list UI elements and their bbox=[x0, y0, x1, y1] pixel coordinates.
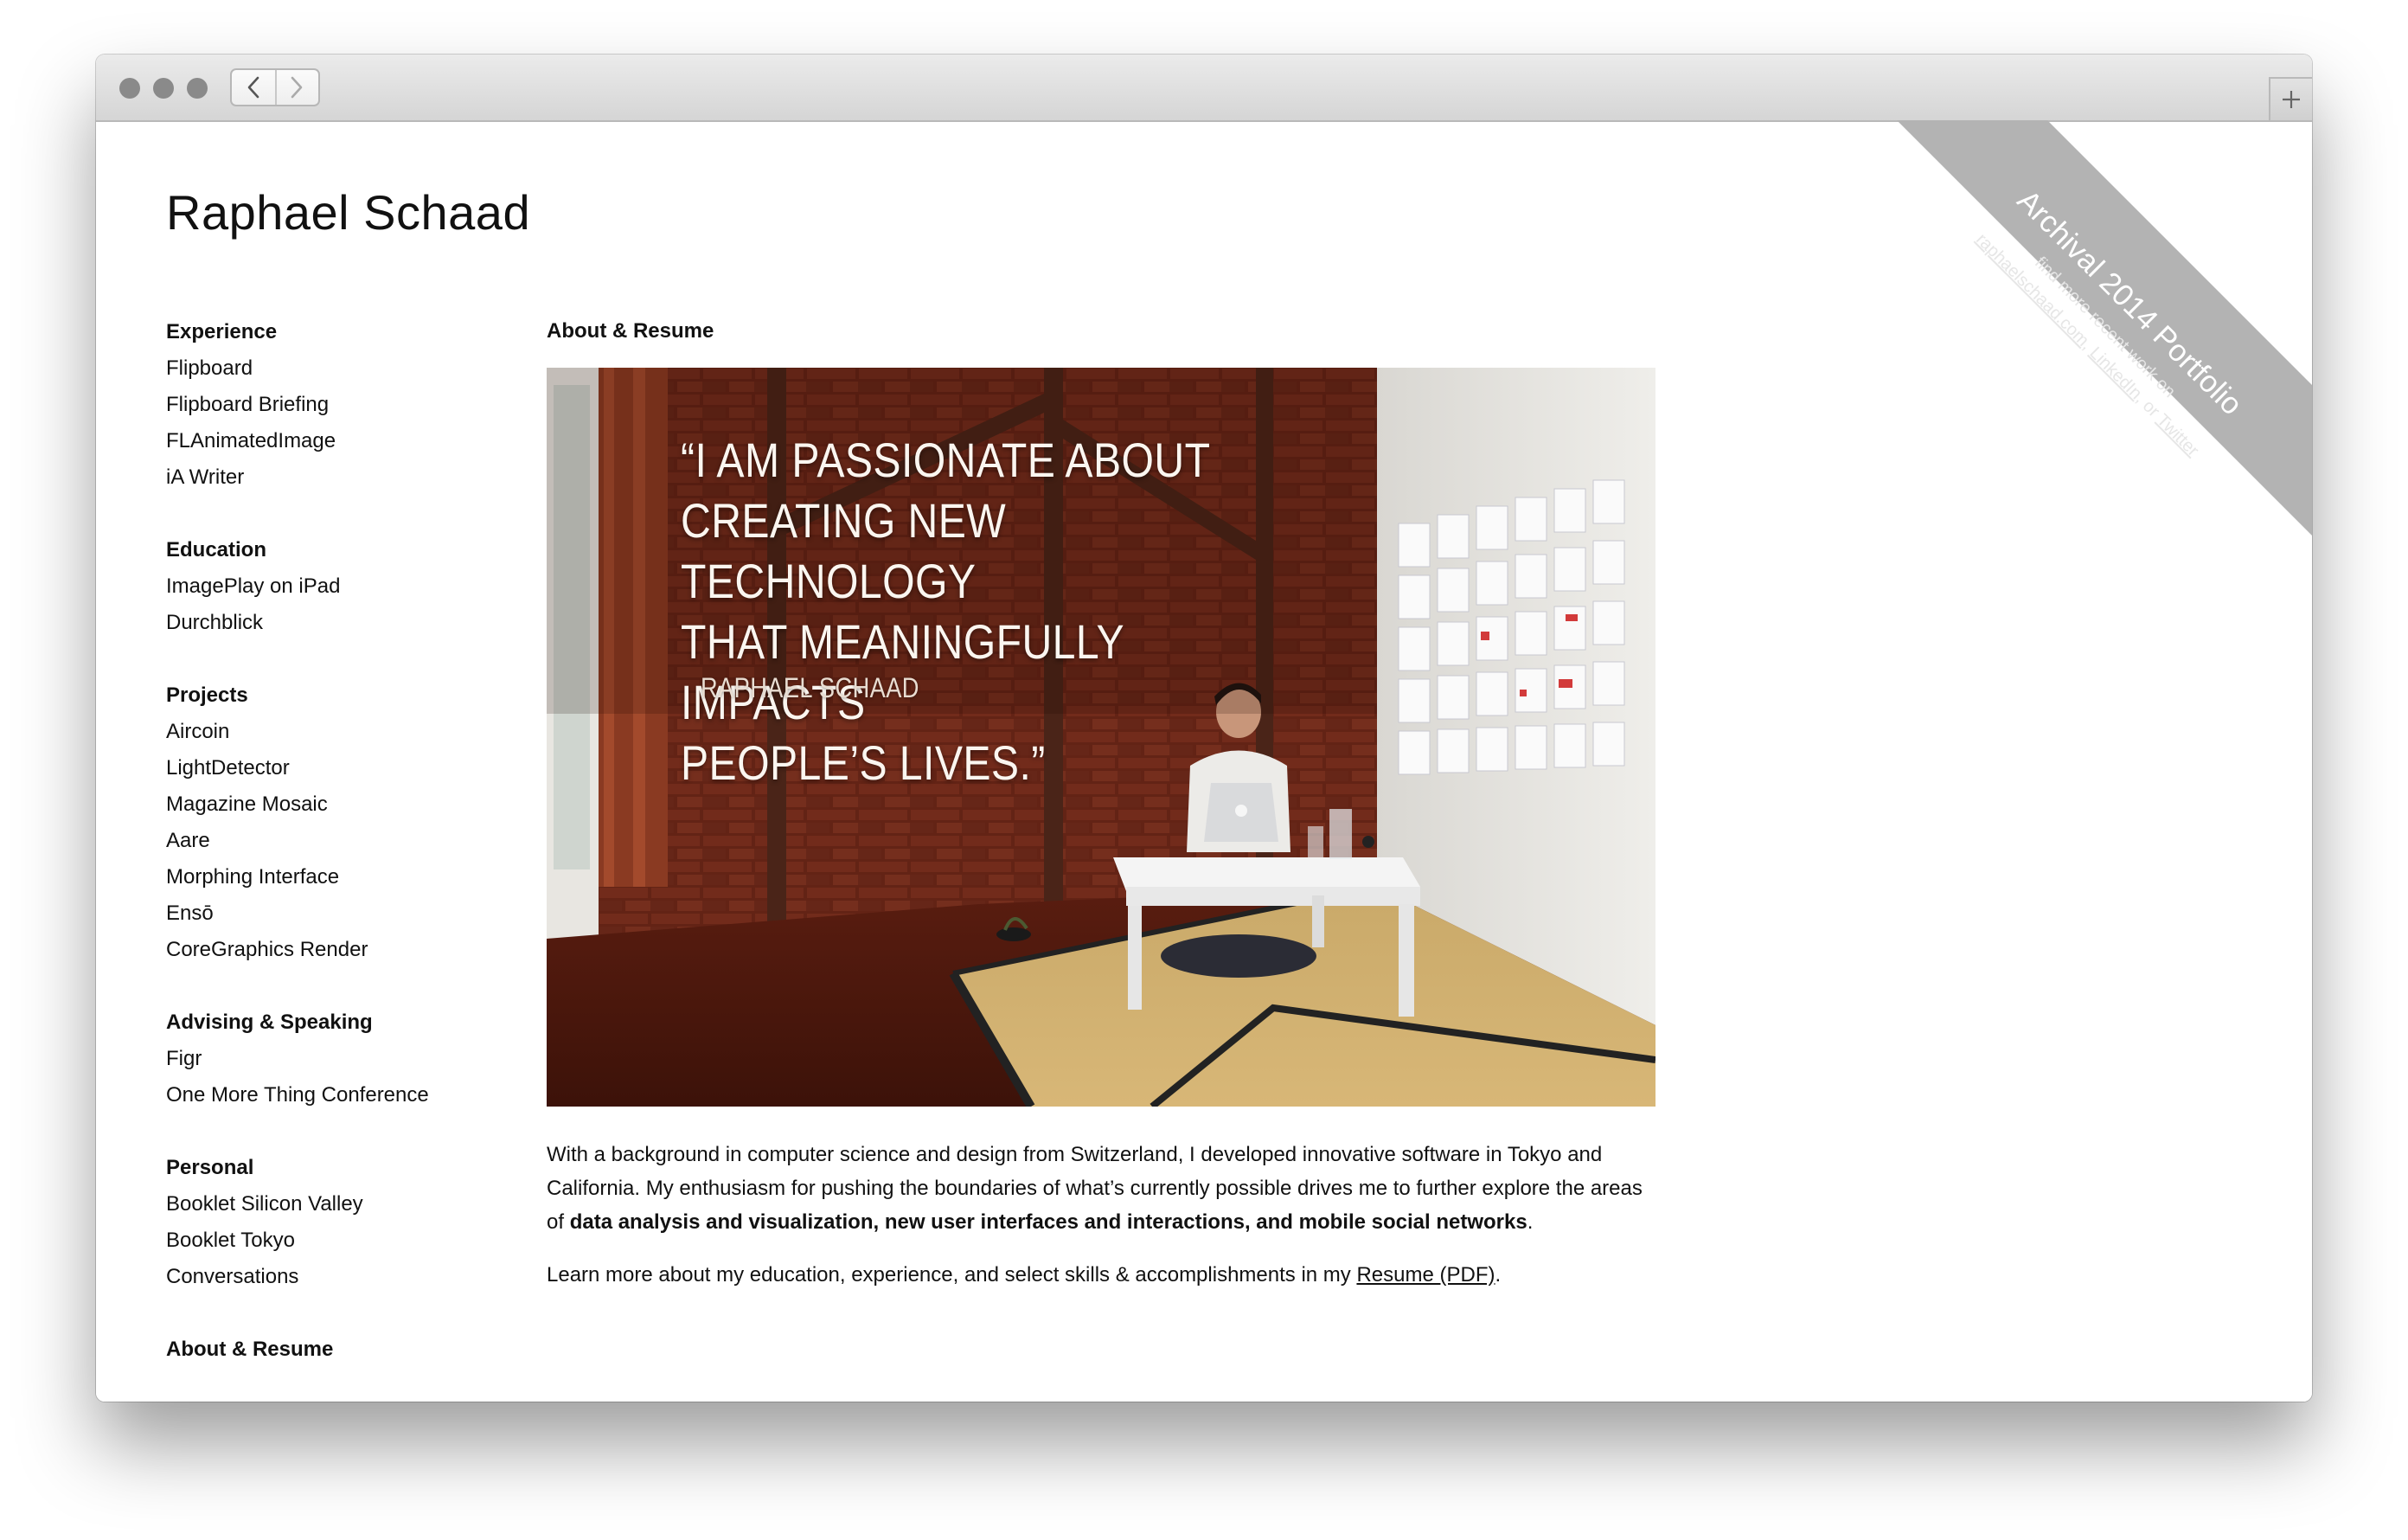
nav-item-enso[interactable]: Ensō bbox=[166, 895, 512, 932]
nav-item-conversations[interactable]: Conversations bbox=[166, 1259, 512, 1295]
new-tab-button[interactable] bbox=[2269, 77, 2312, 120]
forward-button[interactable] bbox=[275, 70, 318, 105]
resume-text: Learn more about my education, experienc… bbox=[547, 1263, 1357, 1287]
nav-item-booklet-silicon-valley[interactable]: Booklet Silicon Valley bbox=[166, 1186, 512, 1222]
nav-item-one-more-thing[interactable]: One More Thing Conference bbox=[166, 1077, 512, 1113]
nav-item-booklet-tokyo[interactable]: Booklet Tokyo bbox=[166, 1222, 512, 1259]
nav-group-advising: Advising & Speaking Figr One More Thing … bbox=[166, 1004, 512, 1113]
nav-item-morphing-interface[interactable]: Morphing Interface bbox=[166, 859, 512, 895]
resume-end: . bbox=[1495, 1263, 1502, 1287]
nav-heading: Projects bbox=[166, 683, 248, 707]
navigation-buttons bbox=[230, 68, 320, 106]
sidebar-nav: Experience Flipboard Flipboard Briefing … bbox=[166, 314, 512, 1402]
hero-quote: “I AM PASSIONATE ABOUT CREATING NEW TECH… bbox=[681, 433, 1211, 790]
browser-window: Raphael Schaad Experience Flipboard Flip… bbox=[96, 55, 2312, 1402]
intro-focus-areas: data analysis and visualization, new use… bbox=[569, 1210, 1527, 1234]
resume-pdf-link[interactable]: Resume (PDF) bbox=[1356, 1263, 1495, 1287]
close-button[interactable] bbox=[119, 78, 140, 99]
nav-heading: Advising & Speaking bbox=[166, 1011, 373, 1034]
nav-item-durchblick[interactable]: Durchblick bbox=[166, 605, 512, 641]
nav-group-experience: Experience Flipboard Flipboard Briefing … bbox=[166, 314, 512, 496]
back-button[interactable] bbox=[232, 70, 277, 105]
nav-group-projects: Projects Aircoin LightDetector Magazine … bbox=[166, 677, 512, 968]
intro-paragraph: With a background in computer science an… bbox=[547, 1138, 1656, 1239]
plus-icon bbox=[2283, 91, 2300, 108]
nav-heading: Experience bbox=[166, 320, 278, 343]
hero-image: “I AM PASSIONATE ABOUT CREATING NEW TECH… bbox=[547, 368, 1656, 1107]
page-heading: About & Resume bbox=[547, 319, 714, 343]
nav-item-aircoin[interactable]: Aircoin bbox=[166, 714, 512, 750]
nav-item-flanimatedimage[interactable]: FLAnimatedImage bbox=[166, 423, 512, 459]
nav-group-education: Education ImagePlay on iPad Durchblick bbox=[166, 532, 512, 641]
nav-group-about: About & Resume bbox=[166, 1331, 512, 1368]
nav-item-magazine-mosaic[interactable]: Magazine Mosaic bbox=[166, 786, 512, 823]
intro-end: . bbox=[1527, 1210, 1534, 1234]
title-bar bbox=[96, 55, 2312, 122]
resume-paragraph: Learn more about my education, experienc… bbox=[547, 1258, 1656, 1292]
archival-ribbon: Archival 2014 Portfolio find more recent… bbox=[1897, 120, 2312, 536]
zoom-button[interactable] bbox=[187, 78, 208, 99]
nav-item-coregraphics-render[interactable]: CoreGraphics Render bbox=[166, 932, 512, 968]
nav-item-about-resume[interactable]: About & Resume bbox=[166, 1331, 512, 1368]
nav-item-lightdetector[interactable]: LightDetector bbox=[166, 750, 512, 786]
nav-heading: Education bbox=[166, 538, 267, 561]
nav-item-ia-writer[interactable]: iA Writer bbox=[166, 459, 512, 496]
nav-group-personal: Personal Booklet Silicon Valley Booklet … bbox=[166, 1150, 512, 1295]
site-title[interactable]: Raphael Schaad bbox=[166, 184, 530, 241]
minimize-button[interactable] bbox=[153, 78, 174, 99]
nav-item-flipboard-briefing[interactable]: Flipboard Briefing bbox=[166, 387, 512, 423]
chevron-right-icon bbox=[291, 76, 303, 99]
ribbon-banner: Archival 2014 Portfolio find more recent… bbox=[1897, 120, 2312, 536]
nav-item-flipboard[interactable]: Flipboard bbox=[166, 350, 512, 387]
hero-quote-attribution: RAPHAEL SCHAAD bbox=[701, 672, 919, 703]
nav-heading: Personal bbox=[166, 1156, 254, 1179]
nav-item-aare[interactable]: Aare bbox=[166, 823, 512, 859]
chevron-left-icon bbox=[247, 76, 259, 99]
nav-item-figr[interactable]: Figr bbox=[166, 1041, 512, 1077]
nav-item-imageplay[interactable]: ImagePlay on iPad bbox=[166, 568, 512, 605]
main-content: About & Resume “I AM PASSIONATE ABOUT CR… bbox=[547, 314, 1656, 1292]
